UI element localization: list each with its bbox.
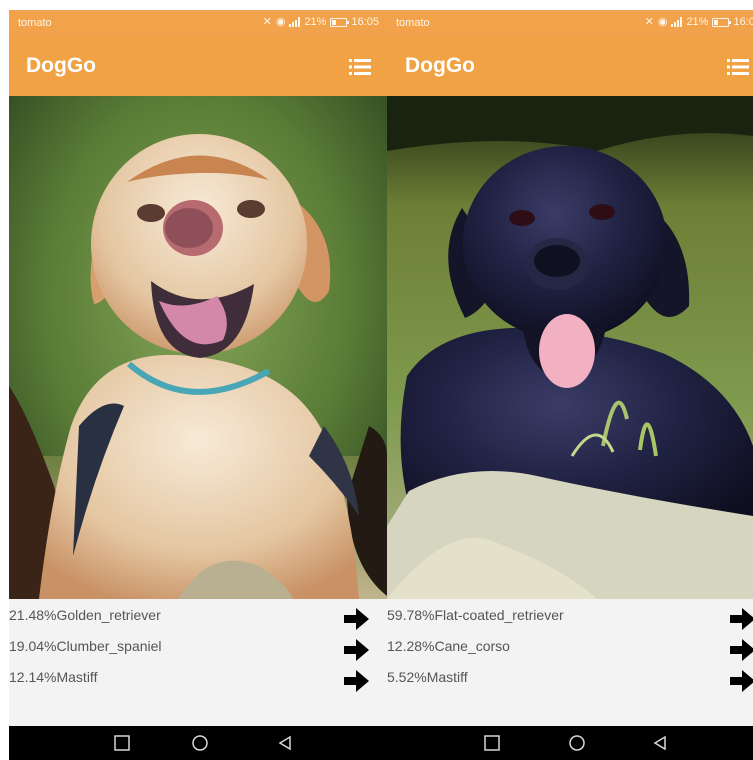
- recent-apps-icon[interactable]: [113, 734, 131, 752]
- status-bar: tomato ✕ ◉ 21% 16:05: [9, 10, 387, 37]
- results-list: 21.48%Golden_retriever 19.04%Clumber_spa…: [9, 599, 387, 726]
- battery-icon: [330, 17, 350, 27]
- status-icons: ✕ ◉ 21% 16:06: [645, 16, 753, 28]
- app-bar: DogGo: [387, 37, 753, 96]
- phone-screen-left: tomato ✕ ◉ 21% 16:05 DogGo 21.48%Golden_…: [9, 10, 387, 760]
- signal-icon: [671, 17, 683, 27]
- right-arrow-icon[interactable]: [730, 670, 753, 692]
- mute-icon: ✕: [644, 16, 654, 28]
- carrier-name: tomato: [396, 17, 430, 29]
- result-label: 12.14%Mastiff: [9, 669, 98, 685]
- result-label: 12.28%Cane_corso: [387, 638, 510, 654]
- right-arrow-icon[interactable]: [730, 639, 753, 661]
- status-icons: ✕ ◉ 21% 16:05: [263, 16, 379, 28]
- list-menu-icon[interactable]: [349, 59, 371, 75]
- android-navigation-bar: [387, 726, 753, 760]
- right-arrow-icon[interactable]: [344, 670, 369, 692]
- result-label: 5.52%Mastiff: [387, 669, 468, 685]
- carrier-name: tomato: [18, 17, 52, 29]
- black-labrador-image: [387, 96, 753, 599]
- yellow-labrador-image: [9, 96, 387, 599]
- battery-percent: 21%: [304, 16, 327, 28]
- signal-icon: [289, 17, 301, 27]
- back-icon[interactable]: [276, 734, 294, 752]
- comparison-screenshot: tomato ✕ ◉ 21% 16:05 DogGo 21.48%Golden_…: [0, 0, 753, 760]
- mute-icon: ✕: [262, 16, 272, 28]
- app-title: DogGo: [26, 54, 96, 77]
- right-arrow-icon[interactable]: [344, 608, 369, 630]
- eye-icon: ◉: [275, 16, 286, 28]
- list-menu-icon[interactable]: [727, 59, 749, 75]
- result-row[interactable]: 59.78%Flat-coated_retriever: [387, 599, 753, 633]
- battery-percent: 21%: [686, 16, 709, 28]
- result-row[interactable]: 21.48%Golden_retriever: [9, 599, 387, 633]
- status-time: 16:06: [733, 16, 753, 28]
- results-list: 59.78%Flat-coated_retriever 12.28%Cane_c…: [387, 599, 753, 726]
- back-icon[interactable]: [651, 734, 669, 752]
- result-row[interactable]: 19.04%Clumber_spaniel: [9, 630, 387, 664]
- eye-icon: ◉: [657, 16, 668, 28]
- home-icon[interactable]: [568, 734, 586, 752]
- right-arrow-icon[interactable]: [730, 608, 753, 630]
- phone-screen-right: tomato ✕ ◉ 21% 16:06 DogGo: [387, 10, 753, 760]
- battery-icon: [712, 17, 732, 27]
- right-arrow-icon[interactable]: [344, 639, 369, 661]
- recent-apps-icon[interactable]: [483, 734, 501, 752]
- status-time: 16:05: [351, 16, 379, 28]
- result-row[interactable]: 5.52%Mastiff: [387, 661, 753, 695]
- result-label: 19.04%Clumber_spaniel: [9, 638, 162, 654]
- result-row[interactable]: 12.28%Cane_corso: [387, 630, 753, 664]
- status-bar: tomato ✕ ◉ 21% 16:06: [387, 10, 753, 37]
- result-label: 21.48%Golden_retriever: [9, 607, 161, 623]
- home-icon[interactable]: [191, 734, 209, 752]
- result-row[interactable]: 12.14%Mastiff: [9, 661, 387, 695]
- android-navigation-bar: [9, 726, 387, 760]
- result-label: 59.78%Flat-coated_retriever: [387, 607, 564, 623]
- app-bar: DogGo: [9, 37, 387, 96]
- dog-photo: [387, 96, 753, 599]
- app-title: DogGo: [405, 54, 475, 77]
- dog-photo: [9, 96, 387, 599]
